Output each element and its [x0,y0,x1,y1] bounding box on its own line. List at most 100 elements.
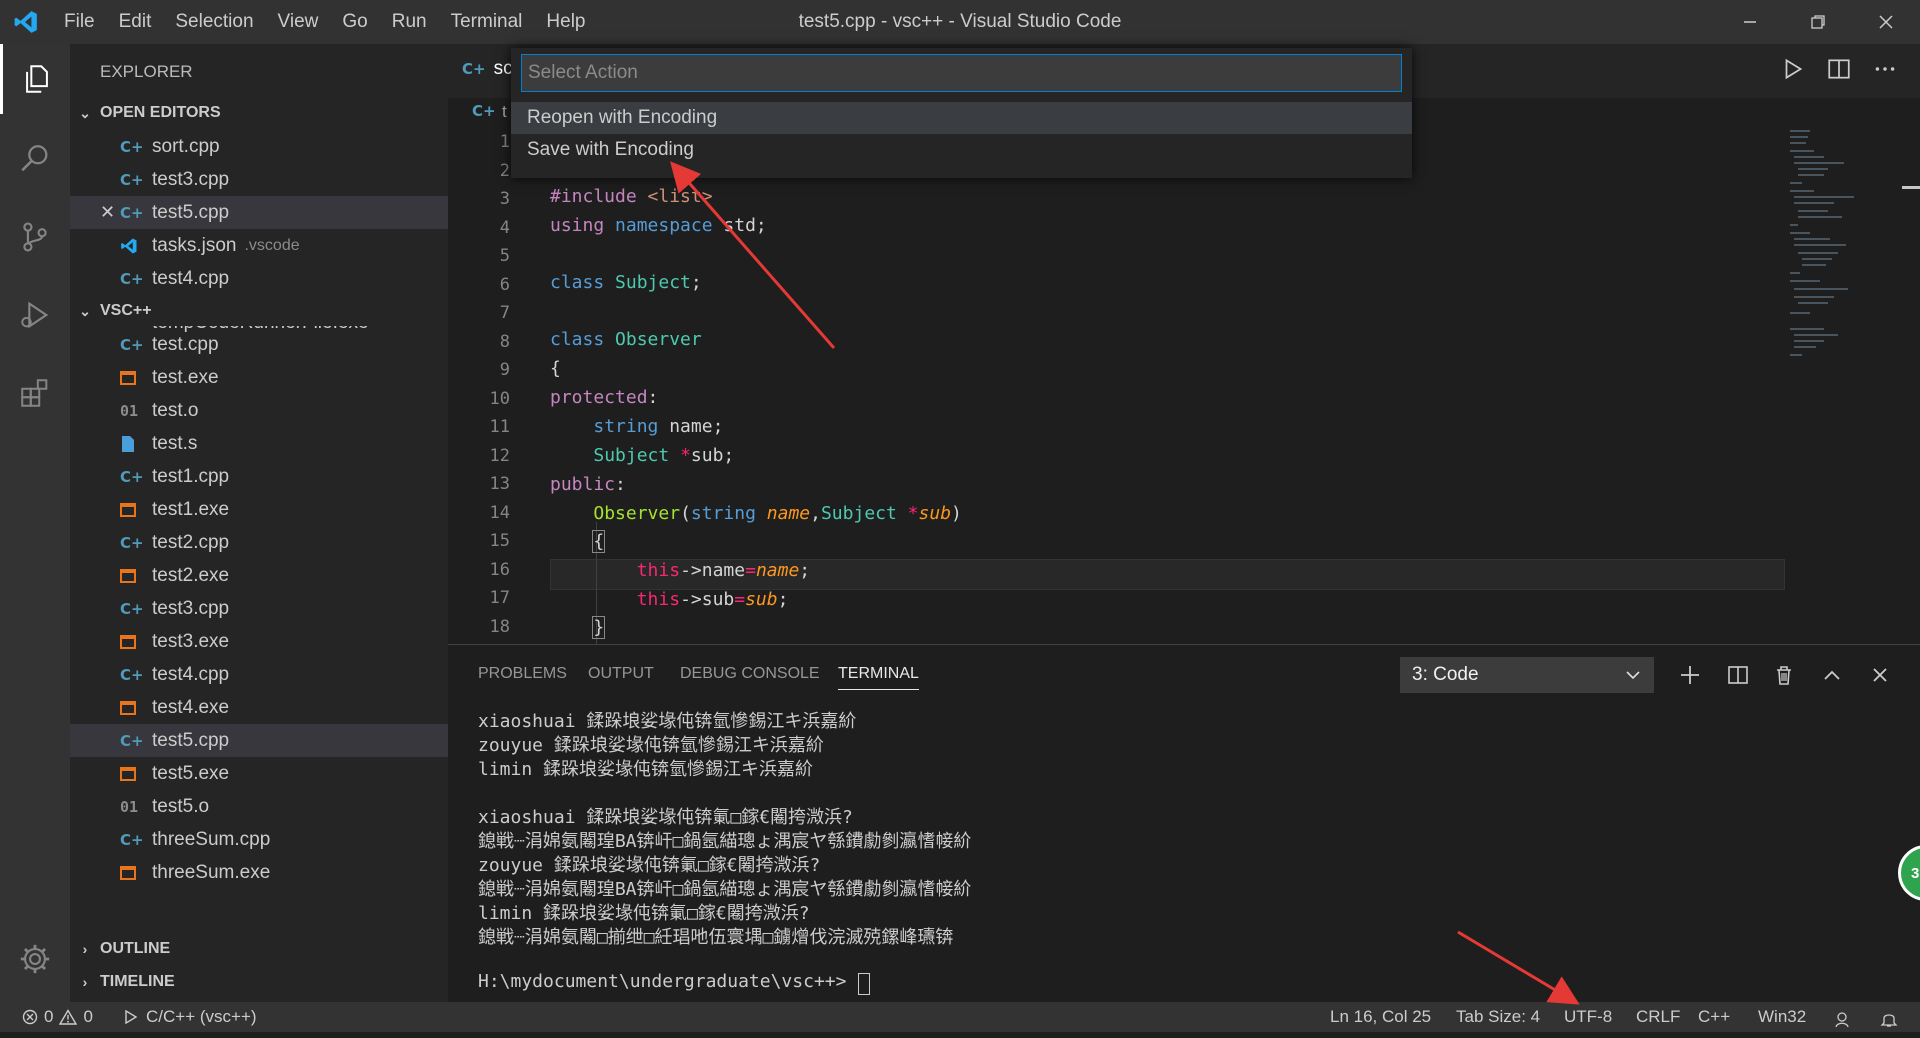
menu-view[interactable]: View [266,0,331,44]
terminal-line: zouyue 鍒跺埌娑堟伅锛氫慘錫江キ浜嘉紒 [478,735,824,756]
gear-icon [20,944,50,974]
outline-label: OUTLINE [100,940,171,957]
cursor-position-status[interactable]: Ln 16, Col 25 [1330,1002,1431,1032]
close-window-button[interactable] [1852,0,1920,44]
menu-bar: File Edit Selection View Go Run Terminal… [52,0,598,44]
exe-icon [120,865,148,880]
chevron-down-icon [1626,671,1640,680]
line-number: 7 [499,303,510,323]
terminal-line: 鎴戦┈涓婂氨闂□揃绁□紝琩吔伍寰堣□鐪熷伐浣滅殑鏍峰瓙锛 [478,927,954,948]
chevron-down-icon: ⌄ [79,104,91,121]
line-number: 3 [499,189,510,209]
problems-status[interactable]: 0 0 [22,1002,93,1032]
timeline-header[interactable]: › TIMELINE [70,967,448,997]
line-number: 4 [499,217,510,238]
scrollbar-thumb[interactable] [1902,186,1920,189]
line-number: 11 [489,417,510,437]
chevron-right-icon: › [82,974,88,990]
quick-pick: Reopen with Encoding Save with Encoding [511,48,1412,178]
title-bar: File Edit Selection View Go Run Terminal… [0,0,1920,44]
exe-icon [120,700,148,715]
outline-header[interactable]: › OUTLINE [70,934,448,964]
vscode-logo-icon [0,0,52,44]
terminal-select[interactable]: 3: Code [1400,657,1654,693]
language-status[interactable]: C++ [1698,1002,1730,1032]
restore-button[interactable] [1784,0,1852,44]
menu-file[interactable]: File [52,0,107,44]
file-tree-item[interactable]: C+ test5.cpp [70,724,448,757]
more-actions-icon[interactable] [1872,56,1898,82]
file-tree-item[interactable]: C+ threeSum.cpp [70,823,448,856]
cpp-icon: C+ [120,830,144,849]
cpp-icon: C+ [472,102,496,120]
tab-output[interactable]: OUTPUT [588,665,654,683]
window-controls [1716,0,1920,44]
binary-icon: 01 [120,797,139,816]
menu-help[interactable]: Help [534,0,597,44]
close-panel-icon[interactable] [1862,657,1898,693]
open-editors-label: OPEN EDITORS [100,104,221,121]
quick-pick-item-save[interactable]: Save with Encoding [511,134,1412,166]
tab-debug-console[interactable]: DEBUG CONSOLE [680,665,820,683]
maximize-panel-icon[interactable] [1814,657,1850,693]
status-bar: 0 0 C/C++ (vsc++) Ln 16, Col 25 Tab Size… [0,1002,1920,1032]
tab-size-status[interactable]: Tab Size: 4 [1456,1002,1540,1032]
bell-icon[interactable] [1880,1008,1898,1038]
line-number: 12 [489,445,510,466]
chevron-right-icon: › [82,941,88,957]
floating-badge[interactable]: 36 [1898,845,1920,901]
open-editors-header[interactable]: ⌄ OPEN EDITORS [70,98,448,128]
editor-actions [1780,56,1898,82]
files-icon [25,65,48,93]
split-editor-icon[interactable] [1826,56,1852,82]
explorer-title: EXPLORER [100,62,193,81]
menu-run[interactable]: Run [380,0,439,44]
terminal-cursor [857,973,870,995]
new-terminal-icon[interactable] [1672,657,1708,693]
timeline-label: TIMELINE [100,973,175,990]
line-number: 2 [499,160,510,181]
terminal-line: H:\mydocument\undergraduate\vsc++> [478,971,847,992]
file-tree-item[interactable]: test5.exe [70,757,448,790]
select-action-input[interactable] [521,54,1402,92]
line-number: 15 [489,531,510,551]
line-number: 9 [499,360,510,380]
tab-problems[interactable]: PROBLEMS [478,665,567,683]
file-tree-item[interactable]: C+ test4.cpp [70,658,448,691]
exe-icon [120,766,148,781]
platform-status[interactable]: Win32 [1758,1002,1806,1032]
terminal-line: 鎴戦┈涓婂氨闂瑝BA锛屽□鍋氬緢璁ょ湡宸ヤ綔鐨勮剼瀛愭帹紒 [478,831,972,852]
line-number: 5 [499,246,510,266]
cpp-icon: C+ [462,60,486,78]
file-tree-item[interactable]: test4.exe [70,691,448,724]
menu-terminal[interactable]: Terminal [439,0,535,44]
terminal-line: limin 鍒跺埌娑堟伅锛氫慘錫江キ浜嘉紒 [478,759,814,780]
editor-tab[interactable]: C+ sc [462,58,513,80]
menu-go[interactable]: Go [330,0,379,44]
terminal-line: 鎴戦┈涓婂氨闂瑝BA锛屽□鍋氬緢璁ょ湡宸ヤ綔鐨勮剼瀛愭帹紒 [478,879,972,900]
feedback-icon[interactable] [1834,1008,1852,1038]
explorer-activity[interactable] [0,44,70,114]
quick-pick-item-reopen[interactable]: Reopen with Encoding [511,102,1412,134]
minimap[interactable] [1786,128,1906,368]
tab-terminal[interactable]: TERMINAL [838,665,919,690]
cpp-icon: C+ [120,665,144,684]
menu-edit[interactable]: Edit [107,0,164,44]
error-icon [22,1009,38,1025]
cpp-icon: C+ [120,731,144,750]
run-icon[interactable] [1780,56,1806,82]
eol-status[interactable]: CRLF [1636,1002,1680,1032]
config-status[interactable]: C/C++ (vsc++) [124,1002,257,1032]
menu-selection[interactable]: Selection [163,0,265,44]
manage-activity[interactable] [0,924,70,994]
trash-icon[interactable] [1766,657,1802,693]
file-tree-item[interactable]: 01 test5.o [70,790,448,823]
line-number: 8 [499,331,510,352]
file-tree-item[interactable]: threeSum.exe [70,856,448,889]
bottom-panel: PROBLEMS OUTPUT DEBUG CONSOLE TERMINAL 3… [448,644,1920,1002]
encoding-status[interactable]: UTF-8 [1564,1002,1612,1032]
split-terminal-icon[interactable] [1720,657,1756,693]
minimize-button[interactable] [1716,0,1784,44]
code-view[interactable]: 1 2 3 4 5 6 7 8 9 10 11 12 13 14 15 16 17 18 #include <li… [0,130,1920,644]
terminal-line: xiaoshuai 鍒跺埌娑堟伅锛氫慘錫江キ浜嘉紒 [478,711,857,732]
